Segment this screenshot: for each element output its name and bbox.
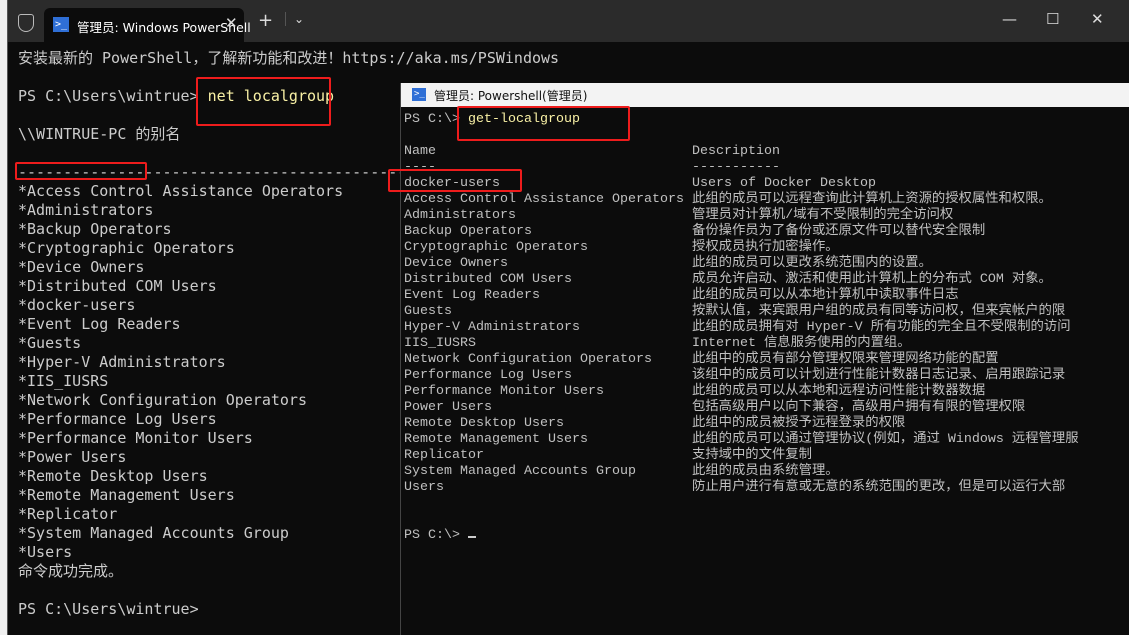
group-description: 此组的成员可以远程查询此计算机上资源的授权属性和权限。 (692, 192, 1052, 207)
group-name: Hyper-V Administrators (404, 320, 580, 335)
table-row: Event Log Readers 此组的成员可以从本地计算机中读取事件日志 (404, 288, 1079, 304)
group-description: 管理员对计算机/域有不受限制的完全访问权 (692, 208, 954, 223)
prompt: PS C:\> (404, 528, 1079, 544)
group-name: Network Configuration Operators (404, 352, 652, 367)
group-description: 此组的成员拥有对 Hyper-V 所有功能的完全且不受限制的访问 (692, 320, 1071, 335)
group-description: 此组的成员可以通过管理协议(例如，通过 Windows 远程管理服 (692, 432, 1079, 447)
table-row: Remote Management Users 此组的成员可以通过管理协议(例如，… (404, 432, 1079, 448)
shield-icon (18, 14, 34, 32)
group-description: Internet 信息服务使用的内置组。 (692, 336, 911, 351)
close-window-button[interactable]: ✕ (1091, 10, 1104, 28)
group-description: 防止用户进行有意或无意的系统范围的更改，但是可以运行大部 (692, 480, 1066, 495)
group-description: 此组的成员可以从本地和远程访问性能计数器数据 (692, 384, 986, 399)
group-name: Performance Log Users (404, 368, 572, 383)
group-name: Replicator (404, 448, 484, 463)
group-name: Backup Operators (404, 224, 532, 239)
table-row: Replicator 支持域中的文件复制 (404, 448, 1079, 464)
table-row: Users 防止用户进行有意或无意的系统范围的更改，但是可以运行大部 (404, 480, 1079, 496)
table-row: Remote Desktop Users 此组中的成员被授予远程登录的权限 (404, 416, 1079, 432)
table-header: Name Description (404, 144, 780, 159)
table-row: Network Configuration Operators 此组中的成员有部分… (404, 352, 1079, 368)
group-description: 按默认值，来宾跟用户组的成员有同等访问权，但来宾帐户的限 (692, 304, 1066, 319)
group-name: Cryptographic Operators (404, 240, 588, 255)
group-description: 包括高级用户以向下兼容，高级用户拥有有限的管理权限 (692, 400, 1026, 415)
group-name: IIS_IUSRS (404, 336, 476, 351)
cursor (468, 536, 476, 538)
group-name: Remote Desktop Users (404, 416, 564, 431)
group-name: Users (404, 480, 444, 495)
highlight-box (457, 106, 630, 141)
table-row: Backup Operators 备份操作员为了备份或还原文件可以替代安全限制 (404, 224, 1079, 240)
group-name: Device Owners (404, 256, 508, 271)
group-name: Event Log Readers (404, 288, 540, 303)
table-row: Performance Log Users 该组中的成员可以计划进行性能计数器日志… (404, 368, 1079, 384)
chevron-down-icon[interactable]: ⌄ (285, 12, 304, 26)
group-description: 支持域中的文件复制 (692, 448, 812, 463)
group-name: Access Control Assistance Operators (404, 192, 684, 207)
highlight-box (196, 77, 331, 126)
group-description: 成员允许启动、激活和使用此计算机上的分布式 COM 对象。 (692, 272, 1052, 287)
group-name: Guests (404, 304, 452, 319)
powershell-icon: >_ (412, 88, 426, 101)
powershell-window: >_ 管理员: Powershell(管理员) PS C:\> get-loca… (400, 83, 1129, 635)
banner: 安装最新的 PowerShell，了解新功能和改进！https://aka.ms… (18, 49, 560, 67)
group-description: 此组的成员由系统管理。 (692, 464, 839, 479)
powershell-icon: >_ (53, 17, 69, 32)
group-description: 此组中的成员有部分管理权限来管理网络功能的配置 (692, 352, 999, 367)
table-row: IIS_IUSRS Internet 信息服务使用的内置组。 (404, 336, 1079, 352)
group-name: Performance Monitor Users (404, 384, 604, 399)
table-row: Administrators 管理员对计算机/域有不受限制的完全访问权 (404, 208, 1079, 224)
table-row: Hyper-V Administrators 此组的成员拥有对 Hyper-V 所… (404, 320, 1079, 336)
title-bar: >_ 管理员: Windows PowerShell ✕ + ⌄ — ☐ ✕ (8, 0, 1129, 42)
group-description: 授权成员执行加密操作。 (692, 240, 839, 255)
group-description: Users of Docker Desktop (692, 176, 876, 191)
group-description: 此组的成员可以更改系统范围内的设置。 (692, 256, 932, 271)
group-description: 此组的成员可以从本地计算机中读取事件日志 (692, 288, 959, 303)
window-title: 管理员: Powershell(管理员) (434, 89, 588, 103)
table-row: Power Users 包括高级用户以向下兼容，高级用户拥有有限的管理权限 (404, 400, 1079, 416)
group-name: Distributed COM Users (404, 272, 572, 287)
maximize-button[interactable]: ☐ (1046, 10, 1059, 28)
title-bar: >_ 管理员: Powershell(管理员) (401, 83, 1129, 107)
group-name: System Managed Accounts Group (404, 464, 636, 479)
table-row: System Managed Accounts Group 此组的成员由系统管理。 (404, 464, 1079, 480)
tab-powershell[interactable]: >_ 管理员: Windows PowerShell ✕ (44, 8, 251, 42)
table-row: Cryptographic Operators 授权成员执行加密操作。 (404, 240, 1079, 256)
new-tab-button[interactable]: + (258, 10, 273, 31)
close-tab-icon[interactable]: ✕ (225, 14, 238, 32)
group-table: docker-users Users of Docker Desktop Acces… (404, 176, 1079, 496)
group-name: Administrators (404, 208, 516, 223)
group-description: 备份操作员为了备份或还原文件可以替代安全限制 (692, 224, 986, 239)
table-row: Performance Monitor Users 此组的成员可以从本地和远程访问… (404, 384, 1079, 400)
highlight-box (388, 169, 522, 192)
table-row: Access Control Assistance Operators 此组的成员… (404, 192, 1079, 208)
table-row: Device Owners 此组的成员可以更改系统范围内的设置。 (404, 256, 1079, 272)
group-name: Power Users (404, 400, 492, 415)
group-name: Remote Management Users (404, 432, 588, 447)
group-description: 此组中的成员被授予远程登录的权限 (692, 416, 906, 431)
minimize-button[interactable]: — (1002, 10, 1017, 28)
table-row: Guests 按默认值，来宾跟用户组的成员有同等访问权，但来宾帐户的限 (404, 304, 1079, 320)
table-row: Distributed COM Users 成员允许启动、激活和使用此计算机上的分… (404, 272, 1079, 288)
highlight-box (15, 162, 147, 180)
group-description: 该组中的成员可以计划进行性能计数器日志记录、启用跟踪记录 (692, 368, 1066, 383)
